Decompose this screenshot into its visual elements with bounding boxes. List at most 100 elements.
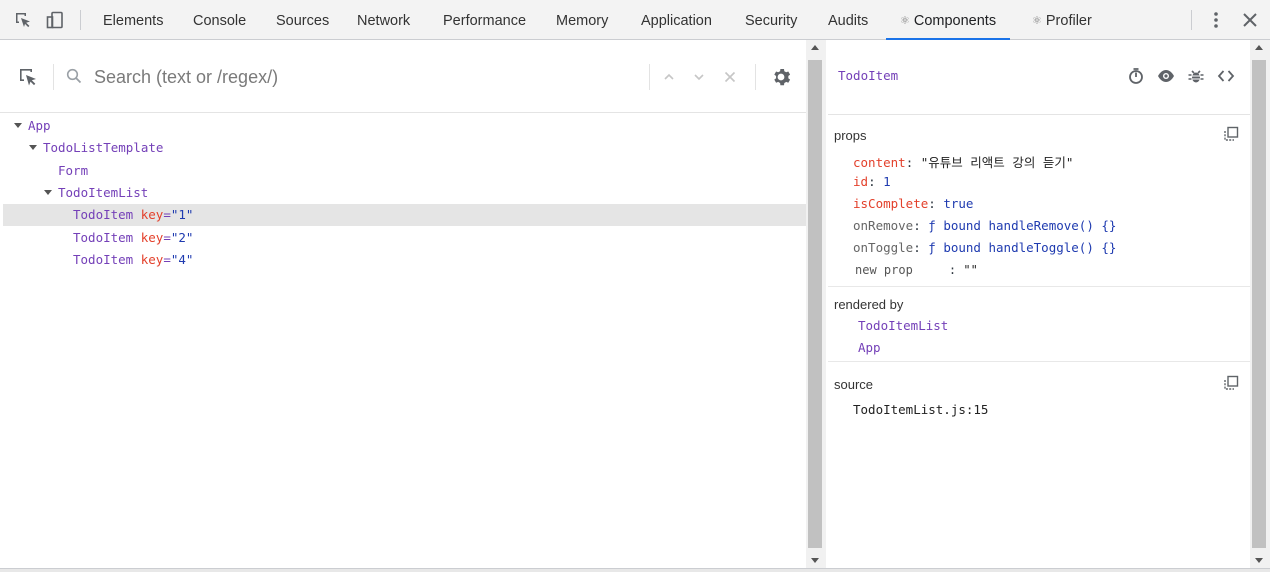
tree-search-bar [0,40,806,113]
tab-network[interactable]: Network [357,0,410,39]
component-details-pane: TodoItem props content: "유튜브 리액트 강의 듣기" … [828,40,1250,568]
tree-node-app[interactable]: App [3,115,806,137]
device-icon[interactable] [46,11,64,29]
prop-sep: : [928,196,936,211]
devtools-tabbar: Elements Console Sources Network Perform… [0,0,1270,40]
tree-scrollbar[interactable] [806,40,826,568]
key-value: "4" [170,252,194,267]
cursor-select-icon[interactable] [14,11,32,29]
tree-node-todolisttemplate[interactable]: TodoListTemplate [3,137,806,159]
new-prop-value-input[interactable]: "" [963,263,977,277]
prop-row[interactable]: id: 1 [853,174,891,189]
prop-key: onToggle [853,240,914,255]
tree-node-todoitem-selected[interactable]: TodoItem key="1" [3,204,806,226]
caret-down-icon[interactable] [29,145,37,150]
prop-sep: : [948,263,957,277]
new-prop-row[interactable]: new prop : "" [855,263,978,277]
tree-node-label: TodoItem key="2" [73,227,193,249]
prop-key: isComplete [853,196,929,211]
tree-node-label: TodoListTemplate [43,140,164,155]
chevron-up-icon[interactable] [662,70,676,84]
tree-node-todoitem[interactable]: TodoItem key="4" [3,249,806,271]
scroll-down-icon[interactable] [1255,558,1263,563]
prop-sep: : [905,155,914,170]
divider [755,64,756,90]
prop-value[interactable]: "유튜브 리액트 강의 듣기" [921,155,1074,170]
scrollbar-thumb[interactable] [1252,60,1266,548]
rendered-by-item[interactable]: App [858,340,881,355]
tab-memory[interactable]: Memory [556,0,608,39]
source-title: source [834,377,874,392]
component-name: TodoItem [73,230,134,245]
component-name: TodoItem [73,252,134,267]
key-value: "2" [170,230,194,245]
prop-row[interactable]: onToggle: ƒ bound handleToggle() {} [853,240,1116,255]
key-eq: = [163,252,171,267]
close-icon[interactable] [1242,12,1258,28]
tab-audits[interactable]: Audits [828,0,868,39]
prop-sep: : [913,218,921,233]
tab-components[interactable]: ⚛ Components [885,0,1011,40]
tab-sources[interactable]: Sources [276,0,329,39]
caret-down-icon[interactable] [44,190,52,195]
prop-row[interactable]: content: "유튜브 리액트 강의 듣기" [853,152,1073,171]
details-scrollbar[interactable] [1250,40,1270,568]
prop-value: ƒ bound handleRemove() {} [928,218,1117,233]
props-section-title: props [834,128,867,143]
tab-performance[interactable]: Performance [443,0,526,39]
react-atom-icon: ⚛ [1032,15,1042,27]
new-prop-key-input[interactable]: new prop [855,263,913,277]
tree-node-label: TodoItem key="4" [73,249,193,271]
tree-node-form[interactable]: Form [3,160,806,182]
tab-console[interactable]: Console [193,0,246,39]
scroll-up-icon[interactable] [811,45,819,50]
scroll-down-icon[interactable] [811,558,819,563]
code-icon[interactable] [1217,67,1235,85]
bug-icon[interactable] [1187,67,1205,85]
tree-node-label: TodoItemList [58,185,149,200]
prop-row[interactable]: isComplete: true [853,196,973,211]
rendered-by-title: rendered by [834,297,904,312]
prop-sep: : [868,174,876,189]
key-attr: key [140,252,164,267]
tab-profiler[interactable]: ⚛ Profiler [1032,0,1092,39]
key-eq: = [163,207,171,222]
rendered-by-item[interactable]: TodoItemList [858,318,948,333]
tree-node-todoitemlist[interactable]: TodoItemList [3,182,806,204]
tab-application[interactable]: Application [641,0,712,39]
prop-sep: : [913,240,921,255]
copy-icon[interactable] [1223,126,1239,142]
tree-node-label: Form [58,163,89,178]
caret-down-icon[interactable] [14,123,22,128]
search-input[interactable] [94,62,634,92]
kebab-icon[interactable] [1209,10,1223,30]
cursor-select-icon[interactable] [18,67,38,87]
prop-row[interactable]: onRemove: ƒ bound handleRemove() {} [853,218,1116,233]
tree-node-todoitem[interactable]: TodoItem key="2" [3,227,806,249]
stopwatch-icon[interactable] [1127,67,1145,85]
clear-search-icon[interactable] [723,70,737,84]
prop-key: onRemove [853,218,914,233]
tree-node-label: TodoItem key="1" [73,204,193,226]
prop-value[interactable]: true [943,196,973,211]
divider [649,64,650,90]
prop-value: ƒ bound handleToggle() {} [928,240,1117,255]
details-header: TodoItem [828,40,1250,115]
search-icon [66,68,82,84]
selected-component-name: TodoItem [838,68,899,83]
scrollbar-thumb[interactable] [808,60,822,548]
divider [53,64,54,90]
eye-icon[interactable] [1157,67,1175,85]
chevron-down-icon[interactable] [692,70,706,84]
scroll-up-icon[interactable] [1255,45,1263,50]
section-divider [828,286,1250,287]
tab-security[interactable]: Security [745,0,797,39]
gear-icon[interactable] [771,67,791,87]
key-attr: key [140,207,164,222]
toolbar-divider [1191,10,1192,30]
copy-icon[interactable] [1223,375,1239,391]
tab-elements[interactable]: Elements [103,0,163,39]
source-location: TodoItemList.js:15 [853,402,989,417]
bottom-border [0,568,1270,572]
prop-value[interactable]: 1 [883,174,891,189]
